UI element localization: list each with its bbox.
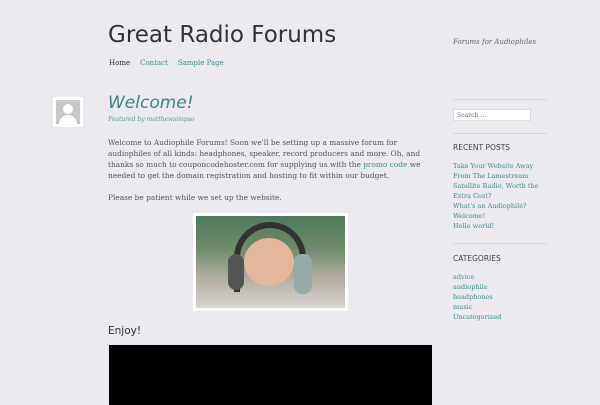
nav-contact[interactable]: Contact: [140, 59, 168, 67]
post-paragraph: Welcome to Audiophile Forums! Soon we'll…: [108, 137, 438, 181]
video-embed[interactable]: [109, 345, 432, 405]
divider: [453, 243, 547, 244]
site-title[interactable]: Great Radio Forums: [108, 22, 336, 48]
category-link[interactable]: audiophile: [453, 283, 488, 291]
post-content: Welcome to Audiophile Forums! Soon we'll…: [108, 137, 438, 214]
recent-post-link[interactable]: Hello world!: [453, 222, 494, 230]
category-link[interactable]: advice: [453, 273, 474, 281]
category-link[interactable]: Uncategorized: [453, 313, 501, 321]
category-link[interactable]: music: [453, 303, 472, 311]
search-input[interactable]: [453, 109, 531, 121]
post-paragraph: Please be patient while we set up the we…: [108, 193, 282, 202]
divider: [453, 99, 547, 100]
category-link[interactable]: headphones: [453, 293, 493, 301]
recent-post-link[interactable]: Take Your Website Away From The Lamestre…: [453, 162, 539, 200]
baby-headphones-image: [193, 213, 348, 311]
recent-post-link[interactable]: What's an Audiophile?: [453, 202, 527, 210]
nav-home[interactable]: Home: [109, 59, 130, 67]
post-title[interactable]: Welcome!: [108, 93, 194, 113]
divider: [453, 133, 547, 134]
main-nav: Home Contact Sample Page: [109, 59, 224, 67]
site-tagline: Forums for Audiophiles: [453, 38, 537, 46]
post-byline: Featured by matthewsimpso: [108, 116, 195, 123]
categories-widget: CATEGORIES advice audiophile headphones …: [453, 254, 547, 322]
nav-sample-page[interactable]: Sample Page: [178, 59, 224, 67]
promo-code-link[interactable]: promo code: [363, 160, 407, 169]
post-subheading: Enjoy!: [108, 325, 142, 337]
recent-post-link[interactable]: Welcome!: [453, 212, 485, 220]
widget-title: RECENT POSTS: [453, 143, 511, 152]
widget-title: CATEGORIES: [453, 254, 501, 263]
recent-posts-widget: RECENT POSTS Take Your Website Away From…: [453, 143, 547, 231]
author-avatar: [53, 97, 83, 127]
